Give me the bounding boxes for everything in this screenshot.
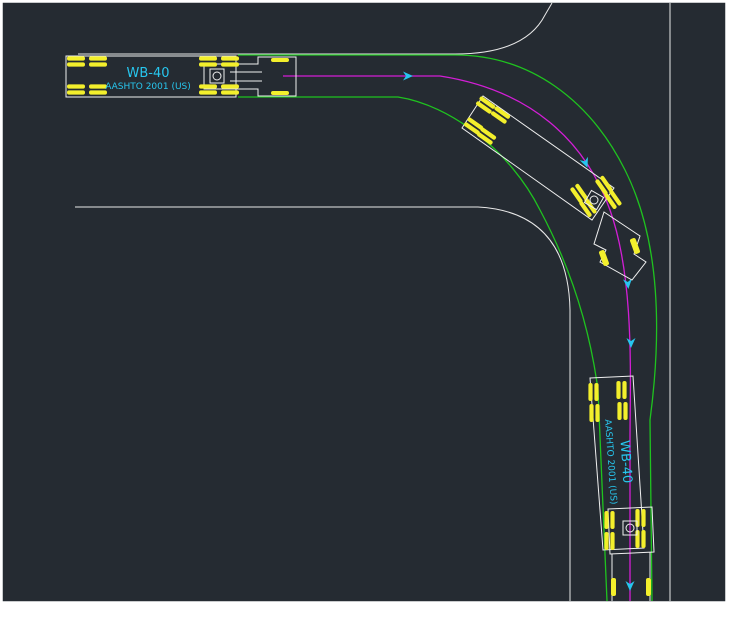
vehicle-start-standard-label: AASHTO 2001 (US)	[105, 82, 191, 92]
cad-viewport: WB-40 AASHTO 2001 (US) WB-40 AASHTO 2001…	[0, 0, 729, 625]
wheel-icon	[271, 58, 289, 62]
wheel-icon	[646, 578, 651, 596]
vehicle-start-name-label: WB-40	[126, 66, 169, 81]
drawing-background	[2, 2, 726, 602]
wheel-icon	[611, 578, 616, 596]
vehicle-end-name-label: WB-40	[617, 440, 635, 484]
swept-path-drawing: WB-40 AASHTO 2001 (US) WB-40 AASHTO 2001…	[1, 1, 727, 603]
wheel-icon	[271, 91, 289, 95]
